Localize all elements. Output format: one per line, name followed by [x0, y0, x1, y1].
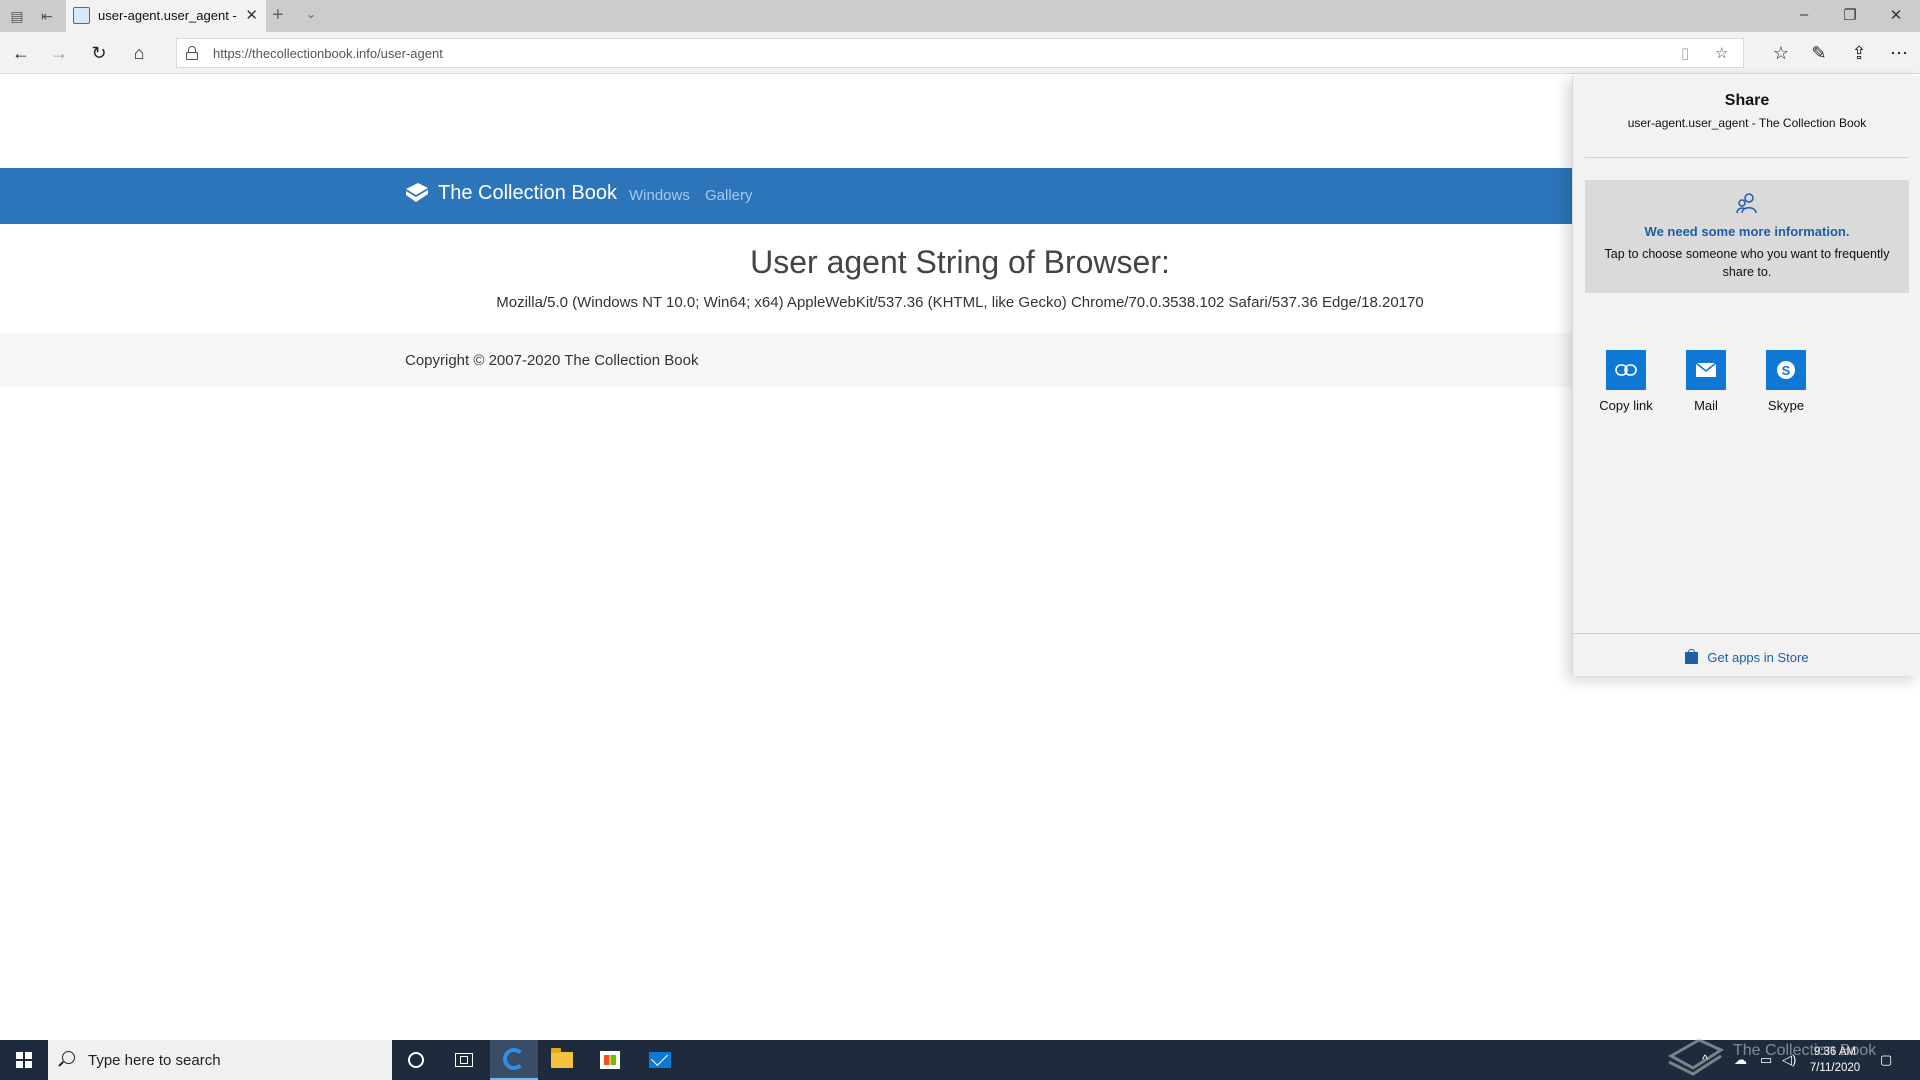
folder-icon [551, 1048, 573, 1068]
share-contacts-prompt[interactable]: We need some more information. Tap to ch… [1585, 180, 1909, 293]
store-bag-icon [1685, 648, 1699, 664]
share-subtitle: user-agent.user_agent - The Collection B… [1627, 116, 1867, 130]
svg-text:S: S [1782, 363, 1791, 378]
store-icon [600, 1051, 620, 1069]
taskbar: Type here to search ^ ☁ ▭ ◁) 9:36 AM 7/1… [0, 1040, 1920, 1080]
brand-name: The Collection Book [438, 181, 617, 204]
set-tabs-aside-icon[interactable]: ⇤ [38, 7, 56, 25]
cortana-button[interactable] [392, 1040, 440, 1080]
skype-icon: S [1766, 350, 1806, 390]
info-heading: We need some more information. [1644, 224, 1850, 239]
site-brand[interactable]: The Collection Book [404, 181, 617, 205]
book-watermark-icon [1667, 1038, 1725, 1076]
divider [1573, 633, 1920, 634]
store-link-label: Get apps in Store [1707, 650, 1809, 665]
copyright-text: Copyright © 2007-2020 The Collection Boo… [405, 352, 699, 369]
browser-toolbar: ← → ↻ ⌂ https://thecollectionbook.info/u… [0, 32, 1920, 74]
cortana-icon [408, 1052, 424, 1068]
link-icon [1606, 350, 1646, 390]
new-tab-icon[interactable]: + [272, 4, 284, 27]
taskbar-app-mail[interactable] [636, 1040, 684, 1080]
watermark: The Collection Book [1665, 1026, 1895, 1076]
divider [1585, 157, 1909, 158]
url-path: /user-agent [377, 46, 443, 61]
book-logo-icon [406, 183, 428, 202]
nav-link-gallery[interactable]: Gallery [705, 187, 753, 204]
start-button[interactable] [0, 1040, 48, 1080]
home-icon[interactable]: ⌂ [126, 41, 152, 65]
reading-view-icon[interactable]: ▯ [1681, 44, 1689, 62]
nav-link-windows[interactable]: Windows [629, 187, 690, 204]
more-icon[interactable]: ⋯ [1886, 41, 1912, 65]
app-label: Skype [1767, 398, 1805, 413]
close-window-icon[interactable]: ✕ [1886, 6, 1906, 24]
page-favicon-icon [73, 7, 90, 24]
app-label: Mail [1694, 398, 1718, 413]
edge-icon [503, 1048, 525, 1070]
url-host: https://thecollectionbook.info [213, 46, 378, 61]
search-icon [62, 1051, 75, 1064]
forward-arrow-icon[interactable]: → [46, 41, 72, 65]
share-icon[interactable]: ⇪ [1846, 41, 1872, 65]
close-tab-icon[interactable]: ✕ [245, 6, 258, 24]
lock-icon [186, 46, 198, 60]
share-panel: Share user-agent.user_agent - The Collec… [1572, 76, 1920, 676]
watermark-text: The Collection Book [1733, 1042, 1877, 1059]
tab-title: user-agent.user_agent - [98, 8, 237, 23]
screen: ▤ ⇤ user-agent.user_agent - ✕ + ⌄ – ❐ ✕ … [0, 0, 1920, 1080]
favorite-star-icon[interactable]: ☆ [1715, 44, 1728, 62]
share-app-copy-link[interactable]: Copy link [1586, 350, 1666, 413]
favorites-hub-icon[interactable]: ☆ [1768, 41, 1794, 65]
restore-icon[interactable]: ❐ [1840, 6, 1860, 24]
search-placeholder: Type here to search [88, 1052, 221, 1069]
task-view-button[interactable] [440, 1040, 488, 1080]
taskbar-search-box[interactable]: Type here to search [48, 1040, 392, 1080]
refresh-icon[interactable]: ↻ [86, 41, 112, 65]
share-title: Share [1724, 92, 1770, 109]
task-view-icon [455, 1053, 473, 1067]
chevron-down-icon[interactable]: ⌄ [306, 7, 316, 21]
share-app-skype[interactable]: S Skype [1746, 350, 1826, 413]
mail-icon [649, 1052, 671, 1068]
back-arrow-icon[interactable]: ← [8, 41, 34, 65]
tab-list-icon[interactable]: ▤ [8, 7, 26, 25]
tab-active[interactable]: user-agent.user_agent - ✕ [66, 0, 266, 32]
address-bar[interactable]: https://thecollectionbook.info/user-agen… [176, 38, 1744, 68]
mail-icon [1686, 350, 1726, 390]
taskbar-app-store[interactable] [586, 1040, 634, 1080]
windows-logo-icon [16, 1052, 32, 1068]
url-text[interactable]: https://thecollectionbook.info/user-agen… [213, 46, 443, 61]
info-body: Tap to choose someone who you want to fr… [1604, 247, 1890, 279]
pen-icon[interactable]: ✎ [1806, 41, 1832, 65]
taskbar-app-file-explorer[interactable] [538, 1040, 586, 1080]
share-app-mail[interactable]: Mail [1666, 350, 1746, 413]
minimize-icon[interactable]: – [1794, 6, 1814, 23]
browser-tab-bar: ▤ ⇤ user-agent.user_agent - ✕ + ⌄ – ❐ ✕ [0, 0, 1920, 32]
get-apps-in-store-link[interactable]: Get apps in Store [1573, 648, 1920, 665]
taskbar-app-edge[interactable] [490, 1040, 538, 1080]
app-label: Copy link [1599, 398, 1653, 413]
people-icon [1736, 193, 1757, 214]
